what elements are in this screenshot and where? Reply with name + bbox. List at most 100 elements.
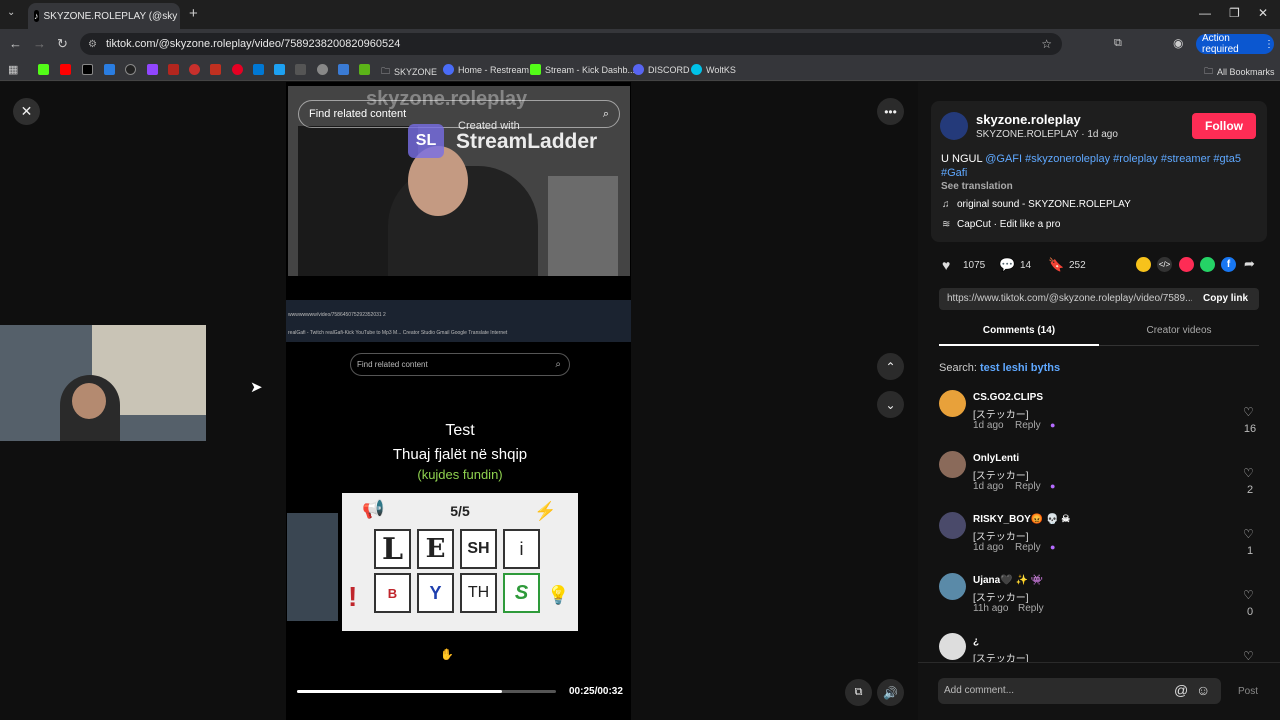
address-bar[interactable]: ⚙ tiktok.com/@skyzone.roleplay/video/758… — [80, 33, 1062, 55]
comment-author[interactable]: OnlyLenti — [973, 453, 1019, 464]
youtube-icon[interactable] — [60, 64, 71, 75]
outlook-icon[interactable] — [253, 64, 264, 75]
webcam-overlay — [0, 325, 206, 441]
volume-button[interactable]: 🔊 — [877, 679, 904, 706]
reply-button[interactable]: Reply — [1015, 542, 1041, 553]
reply-button[interactable]: Reply — [1015, 481, 1041, 492]
streamladder-name: StreamLadder — [456, 130, 598, 153]
avatar[interactable] — [939, 512, 966, 539]
next-video-button[interactable]: ⌄ — [877, 391, 904, 418]
x-icon[interactable] — [82, 64, 93, 75]
browser-capture: wwwwwwww/video/758645075292352031 2 real… — [286, 300, 631, 342]
new-tab-button[interactable]: + — [189, 5, 198, 22]
tab-creator-videos[interactable]: Creator videos — [1099, 320, 1259, 346]
search-term-link[interactable]: test leshi byths — [980, 362, 1060, 374]
comment-like-icon[interactable]: ♡ — [1243, 649, 1254, 663]
caption-hashtag-gafi[interactable]: #Gafi — [941, 167, 967, 179]
embed-icon[interactable]: </> — [1157, 257, 1172, 272]
caption-hashtags[interactable]: @GAFI #skyzoneroleplay #roleplay #stream… — [985, 153, 1241, 165]
previous-video-button[interactable]: ⌃ — [877, 353, 904, 380]
star-icon[interactable]: ☆ — [1041, 37, 1052, 51]
follow-button[interactable]: Follow — [1192, 113, 1256, 139]
repost-icon[interactable] — [1136, 257, 1151, 272]
all-bookmarks[interactable]: 🗀 All Bookmarks — [1204, 64, 1275, 80]
site-info-icon[interactable]: ⚙ — [88, 39, 97, 50]
comment-count: 14 — [1020, 260, 1032, 271]
bookmark-restream[interactable]: Home - Restream — [443, 64, 529, 75]
back-icon[interactable]: ← — [9, 36, 22, 51]
search-icon[interactable]: ⌕ — [603, 108, 609, 121]
comment-like-icon[interactable]: ♡ — [1243, 405, 1254, 419]
add-comment-input[interactable]: Add comment... @ ☺ — [938, 678, 1221, 704]
reload-icon[interactable]: ↻ — [57, 36, 68, 52]
extensions-icon[interactable]: ⧉ — [1114, 37, 1122, 50]
video-link[interactable]: https://www.tiktok.com/@skyzone.roleplay… — [947, 293, 1192, 304]
bookmark-discord[interactable]: DISCORD — [633, 64, 690, 75]
reply-button[interactable]: Reply — [1018, 603, 1044, 614]
exclamation-icon: ! — [348, 581, 358, 612]
circle-c-icon[interactable] — [125, 64, 136, 75]
menu-dots-icon[interactable]: ⋮ — [1264, 39, 1274, 50]
share-icon[interactable]: ➦ — [1244, 256, 1255, 272]
tab-search-chevron-icon[interactable]: ⌄ — [7, 7, 15, 18]
bookmark-icon[interactable]: 🔖 — [1048, 257, 1064, 273]
comment-author[interactable]: RISKY_BOY😡 💀 ☠ — [973, 514, 1070, 525]
tab-title: SKYZONE.ROLEPLAY (@sky — [43, 10, 178, 22]
chart-icon[interactable] — [104, 64, 115, 75]
capcut-link[interactable]: CapCut · Edit like a pro — [957, 219, 1060, 230]
restore-icon[interactable]: ❐ — [1229, 6, 1240, 20]
whatsapp-icon[interactable] — [1200, 257, 1215, 272]
close-video-button[interactable]: ✕ — [13, 98, 40, 125]
comment-icon[interactable]: 💬 — [999, 257, 1015, 273]
blue-bookmark-icon[interactable] — [274, 64, 285, 75]
comment-like-icon[interactable]: ♡ — [1243, 588, 1254, 602]
bookmark-skyzone[interactable]: 🗀 SKYZONE — [381, 64, 437, 80]
bookmark-red-icon[interactable] — [168, 64, 179, 75]
facebook-icon[interactable]: f — [1221, 257, 1236, 272]
blue-square-icon[interactable] — [338, 64, 349, 75]
avatar[interactable] — [939, 390, 966, 417]
floating-player-button[interactable]: ⧉ — [845, 679, 872, 706]
emoji-icon[interactable]: ☺ — [1196, 682, 1210, 698]
avatar[interactable] — [939, 573, 966, 600]
forward-icon[interactable]: → — [33, 36, 46, 51]
comment-like-icon[interactable]: ♡ — [1243, 466, 1254, 480]
bookmark-kick-dashboard[interactable]: Stream - Kick Dashb... — [530, 64, 635, 75]
tab-comments[interactable]: Comments (14) — [939, 320, 1099, 346]
like-icon[interactable]: ♥ — [942, 257, 950, 273]
comment-author[interactable]: ¿ — [973, 636, 979, 647]
pinterest-icon[interactable] — [232, 64, 243, 75]
bookmark-wolt[interactable]: WoltKS — [691, 64, 736, 75]
reply-button[interactable]: Reply — [1015, 420, 1041, 431]
sound-link[interactable]: original sound - SKYZONE.ROLEPLAY — [957, 199, 1131, 210]
avatar[interactable] — [940, 112, 968, 140]
browser-tab[interactable]: ♪ SKYZONE.ROLEPLAY (@sky 🔊 ✕ — [28, 3, 180, 29]
comment-author[interactable]: Ujana🖤 ✨ 👾 — [973, 575, 1043, 586]
apps-icon[interactable]: ▦ — [8, 63, 18, 76]
username[interactable]: skyzone.roleplay — [976, 112, 1081, 127]
comment-author[interactable]: CS.GO2.CLIPS — [973, 392, 1043, 403]
send-icon[interactable] — [1179, 257, 1194, 272]
more-options-button[interactable]: ••• — [877, 98, 904, 125]
globe-icon[interactable] — [317, 64, 328, 75]
avatar[interactable] — [939, 633, 966, 660]
minimize-icon[interactable]: — — [1199, 6, 1211, 20]
copy-link-button[interactable]: Copy link — [1203, 293, 1248, 304]
post-button[interactable]: Post — [1238, 686, 1258, 697]
action-required-button[interactable]: Action required ⋮ — [1196, 33, 1274, 55]
rockstar-icon[interactable] — [189, 64, 200, 75]
s-icon[interactable] — [295, 64, 306, 75]
avatar[interactable] — [939, 451, 966, 478]
mention-icon[interactable]: @ — [1174, 682, 1188, 698]
see-translation[interactable]: See translation — [941, 181, 1013, 192]
kick-icon[interactable] — [38, 64, 49, 75]
close-window-icon[interactable]: ✕ — [1258, 6, 1268, 20]
twitch-icon[interactable] — [147, 64, 158, 75]
green-seven-icon[interactable] — [359, 64, 370, 75]
profile-icon[interactable]: ◉ — [1173, 36, 1183, 50]
progress-track[interactable] — [297, 690, 556, 693]
url-text: tiktok.com/@skyzone.roleplay/video/75892… — [106, 38, 401, 50]
comment-time: 1d ago — [973, 481, 1004, 492]
bookmark-icon-dark[interactable] — [210, 64, 221, 75]
comment-like-icon[interactable]: ♡ — [1243, 527, 1254, 541]
